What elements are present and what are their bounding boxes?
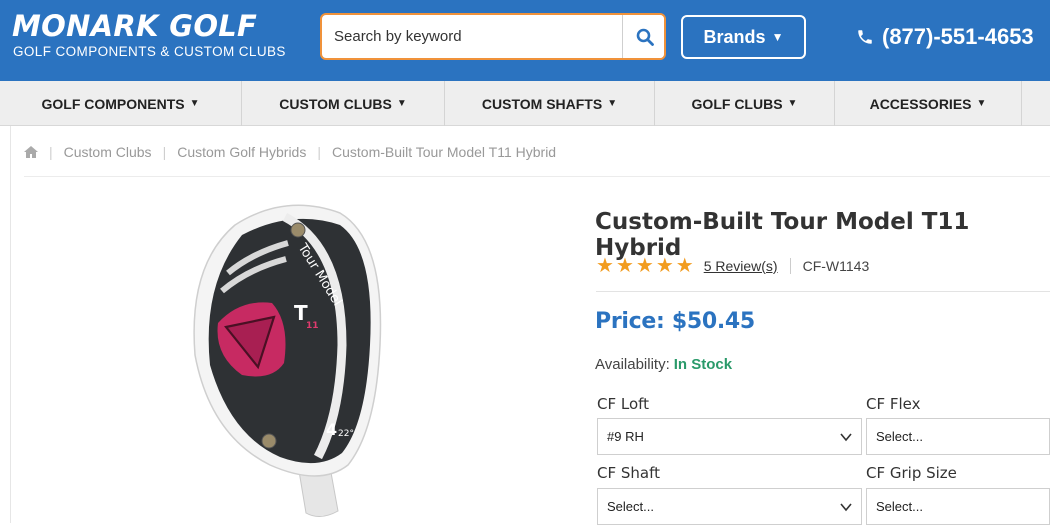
chevron-down-icon: ▼ <box>396 98 407 109</box>
search-icon <box>636 28 654 46</box>
rating-row: ★ ★ ★ ★ ★ 5 Review(s) CF-W1143 <box>596 253 869 278</box>
head-loft-degrees: 22° <box>338 429 354 439</box>
home-icon[interactable] <box>24 146 38 158</box>
site-header: MONARK GOLF GOLF COMPONENTS & CUSTOM CLU… <box>0 0 1050 81</box>
nav-custom-clubs[interactable]: CUSTOM CLUBS ▼ <box>242 81 445 126</box>
logo-subtitle: GOLF COMPONENTS & CUSTOM CLUBS <box>13 44 286 59</box>
select-value: Select... <box>876 499 923 514</box>
breadcrumb-separator: | <box>317 144 321 160</box>
divider <box>596 291 1050 292</box>
chevron-down-icon <box>840 503 852 512</box>
select-value: Select... <box>607 499 654 514</box>
availability-label: Availability: <box>595 356 670 373</box>
nav-label: GOLF COMPONENTS <box>41 95 185 112</box>
divider <box>24 176 1050 177</box>
search-box <box>320 13 666 60</box>
chevron-down-icon: ▼ <box>787 98 798 109</box>
option-label-flex: CF Flex <box>866 395 921 413</box>
head-logo-small: 11 <box>306 321 319 331</box>
chevron-down-icon: ▼ <box>976 98 987 109</box>
availability: Availability: In Stock <box>595 356 732 373</box>
nav-label: CUSTOM CLUBS <box>279 95 392 112</box>
nav-label: CUSTOM SHAFTS <box>481 95 603 112</box>
star-rating: ★ ★ ★ ★ ★ <box>596 253 696 278</box>
star-icon: ★ <box>596 255 614 277</box>
star-icon: ★ <box>675 255 694 277</box>
brands-button[interactable]: Brands ▼ <box>681 15 806 59</box>
divider <box>789 257 791 274</box>
select-value: #9 RH <box>607 429 644 444</box>
chevron-down-icon: ▼ <box>189 98 200 109</box>
select-loft[interactable]: #9 RH <box>597 418 862 455</box>
option-label-shaft: CF Shaft <box>597 464 660 482</box>
search-input[interactable] <box>322 15 622 58</box>
breadcrumb-current: Custom-Built Tour Model T11 Hybrid <box>332 144 557 160</box>
search-button[interactable] <box>622 15 664 58</box>
nav-label: GOLF CLUBS <box>691 95 783 112</box>
phone-icon <box>858 30 872 44</box>
chevron-down-icon: ▼ <box>607 98 618 109</box>
select-flex[interactable]: Select... <box>866 418 1050 455</box>
main-nav: GOLF COMPONENTS ▼ CUSTOM CLUBS ▼ CUSTOM SH… <box>0 81 1050 126</box>
nav-accessories[interactable]: ACCESSORIES ▼ <box>835 81 1022 126</box>
phone-number: (877)-551-4653 <box>882 24 1034 49</box>
brands-label: Brands <box>703 26 766 47</box>
nav-label: ACCESSORIES <box>869 95 972 112</box>
breadcrumb-link-custom-clubs[interactable]: Custom Clubs <box>64 144 152 160</box>
nav-golf-clubs[interactable]: GOLF CLUBS ▼ <box>655 81 835 126</box>
select-shaft[interactable]: Select... <box>597 488 862 525</box>
reviews-link[interactable]: 5 Review(s) <box>704 258 778 274</box>
breadcrumb-link-custom-golf-hybrids[interactable]: Custom Golf Hybrids <box>177 144 306 160</box>
option-label-loft: CF Loft <box>597 395 650 413</box>
chevron-down-icon <box>840 433 852 442</box>
select-grip-size[interactable]: Select... <box>866 488 1050 525</box>
phone-link[interactable]: (877)-551-4653 <box>856 24 1034 50</box>
star-icon: ★ <box>655 255 674 277</box>
head-loft-number: 4 <box>326 420 337 439</box>
product-price: Price: $50.45 <box>595 309 755 334</box>
breadcrumb-separator: | <box>49 144 53 160</box>
nav-golf-components[interactable]: GOLF COMPONENTS ▼ <box>0 81 242 126</box>
option-label-grip-size: CF Grip Size <box>866 464 957 482</box>
product-sku: CF-W1143 <box>802 257 870 274</box>
star-icon: ★ <box>635 255 654 277</box>
select-value: Select... <box>876 429 923 444</box>
breadcrumb: | Custom Clubs | Custom Golf Hybrids | C… <box>24 144 556 160</box>
chevron-down-icon: ▼ <box>771 30 784 44</box>
product-image[interactable]: Tour Model T 11 4 22° <box>180 195 390 523</box>
logo-title[interactable]: MONARK GOLF <box>12 9 257 43</box>
availability-status: In Stock <box>673 356 733 373</box>
nav-custom-shafts[interactable]: CUSTOM SHAFTS ▼ <box>445 81 655 126</box>
breadcrumb-separator: | <box>162 144 167 160</box>
star-icon: ★ <box>615 255 634 277</box>
